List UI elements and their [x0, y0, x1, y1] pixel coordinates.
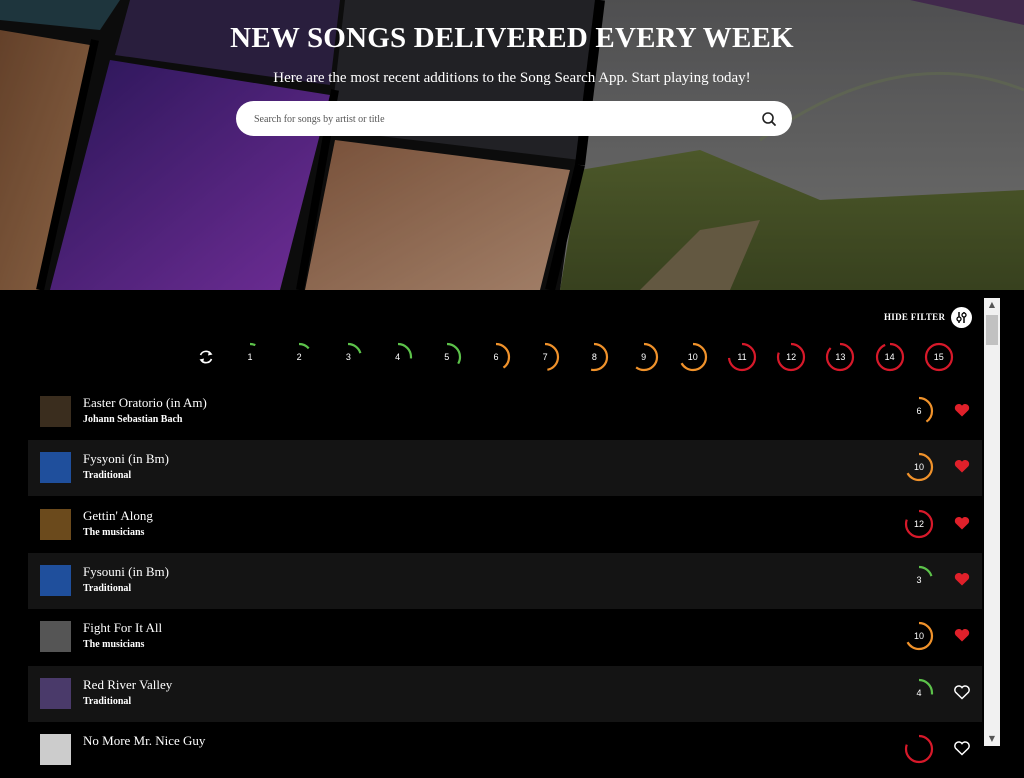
- page-subtitle: Here are the most recent additions to th…: [273, 70, 751, 86]
- scrollbar-thumb[interactable]: [986, 315, 998, 345]
- level-filter-button-4[interactable]: 4: [383, 342, 413, 372]
- level-filter-label: 9: [641, 352, 647, 362]
- level-filter-button-6[interactable]: 6: [481, 342, 511, 372]
- search-input[interactable]: [254, 110, 734, 128]
- level-filter-button-15[interactable]: 15: [924, 342, 954, 372]
- level-filter-label: 5: [444, 352, 450, 362]
- song-row[interactable]: Gettin' Along The musicians 12: [28, 497, 982, 553]
- difficulty-badge: 4: [904, 678, 934, 708]
- difficulty-label: 4: [916, 687, 922, 698]
- heart-icon[interactable]: [953, 401, 971, 419]
- song-thumbnail: [40, 508, 71, 540]
- level-filter-button-13[interactable]: 13: [825, 342, 855, 372]
- song-row[interactable]: No More Mr. Nice Guy: [28, 722, 982, 778]
- hide-filter-button[interactable]: HIDE FILTER: [884, 312, 945, 322]
- level-filter-button-1[interactable]: 1: [235, 342, 265, 372]
- song-title[interactable]: Red River Valley: [83, 677, 172, 693]
- song-artist: The musicians: [83, 639, 145, 651]
- level-filter-button-2[interactable]: 2: [284, 342, 314, 372]
- difficulty-badge: 6: [904, 396, 934, 426]
- difficulty-badge: [904, 734, 934, 764]
- level-filter-label: 10: [687, 352, 698, 362]
- level-filter-label: 15: [933, 352, 944, 362]
- level-filter-label: 13: [835, 352, 846, 362]
- level-filter-label: 14: [884, 352, 895, 362]
- song-row[interactable]: Fysouni (in Bm) Traditional 3: [28, 552, 982, 609]
- level-filter-label: 1: [247, 352, 253, 362]
- level-filter-button-14[interactable]: 14: [875, 342, 905, 372]
- refresh-icon[interactable]: [197, 348, 215, 366]
- song-title[interactable]: Fight For It All: [83, 620, 162, 636]
- level-filter-button-9[interactable]: 9: [629, 342, 659, 372]
- level-filter-label: 2: [296, 352, 302, 362]
- sliders-icon[interactable]: [951, 307, 972, 328]
- song-row[interactable]: Easter Oratorio (in Am) Johann Sebastian …: [28, 384, 982, 440]
- song-row[interactable]: Fysyoni (in Bm) Traditional 10: [28, 440, 982, 497]
- level-filter-label: 12: [786, 352, 797, 362]
- song-row[interactable]: Fight For It All The musicians 10: [28, 609, 982, 665]
- heart-icon[interactable]: [953, 626, 971, 644]
- song-title[interactable]: Fysyoni (in Bm): [83, 451, 169, 467]
- difficulty-badge: 3: [904, 565, 934, 595]
- difficulty-label: 10: [913, 462, 924, 473]
- difficulty-label: 3: [916, 574, 922, 585]
- difficulty-label: 6: [916, 406, 922, 416]
- level-filter-label: 3: [345, 352, 351, 362]
- song-thumbnail: [40, 396, 71, 427]
- difficulty-badge: 10: [904, 452, 934, 482]
- song-title[interactable]: No More Mr. Nice Guy: [83, 733, 205, 749]
- song-title[interactable]: Gettin' Along: [83, 508, 153, 524]
- heart-icon[interactable]: [953, 514, 971, 532]
- level-filter-label: 11: [737, 352, 747, 362]
- song-thumbnail: [40, 452, 71, 484]
- level-filter-label: 8: [591, 352, 597, 362]
- level-filter-label: 6: [493, 352, 499, 362]
- difficulty-badge: 12: [904, 509, 934, 539]
- page-title: NEW SONGS DELIVERED EVERY WEEK: [230, 22, 794, 54]
- song-title[interactable]: Fysouni (in Bm): [83, 564, 169, 580]
- song-artist: Traditional: [83, 695, 132, 707]
- difficulty-label: 12: [913, 518, 924, 529]
- heart-icon[interactable]: [953, 457, 971, 475]
- difficulty-label: [904, 734, 934, 764]
- level-filter-label: 4: [395, 352, 401, 362]
- song-thumbnail: [40, 564, 71, 596]
- search-bar: [236, 101, 792, 136]
- scroll-up-arrow-icon[interactable]: ▲: [984, 298, 1000, 312]
- heart-icon[interactable]: [953, 570, 971, 588]
- song-thumbnail: [40, 621, 71, 653]
- level-filter-button-11[interactable]: 11: [727, 342, 757, 372]
- difficulty-label: 10: [913, 631, 924, 642]
- song-thumbnail: [40, 677, 71, 709]
- level-filter-label: 7: [542, 352, 548, 362]
- level-filter-button-12[interactable]: 12: [776, 342, 806, 372]
- song-artist: Traditional: [83, 582, 132, 594]
- song-artist: The musicians: [83, 526, 145, 538]
- song-artist: Traditional: [83, 470, 132, 482]
- level-filter-button-7[interactable]: 7: [530, 342, 560, 372]
- song-artist: Johann Sebastian Bach: [83, 414, 183, 425]
- level-filter-button-5[interactable]: 5: [432, 342, 462, 372]
- difficulty-badge: 10: [904, 621, 934, 651]
- song-row[interactable]: Red River Valley Traditional 4: [28, 665, 982, 722]
- song-thumbnail: [40, 733, 71, 765]
- level-filter-button-3[interactable]: 3: [333, 342, 363, 372]
- heart-icon[interactable]: [953, 683, 971, 701]
- heart-icon[interactable]: [953, 739, 971, 757]
- level-filter-button-8[interactable]: 8: [579, 342, 609, 372]
- scrollbar[interactable]: ▲ ▼: [984, 298, 1000, 746]
- search-icon[interactable]: [760, 110, 778, 128]
- level-filter-button-10[interactable]: 10: [678, 342, 708, 372]
- scroll-down-arrow-icon[interactable]: ▼: [984, 732, 1000, 746]
- hero-banner: NEW SONGS DELIVERED EVERY WEEK Here are …: [0, 0, 1024, 290]
- song-title[interactable]: Easter Oratorio (in Am): [83, 395, 207, 411]
